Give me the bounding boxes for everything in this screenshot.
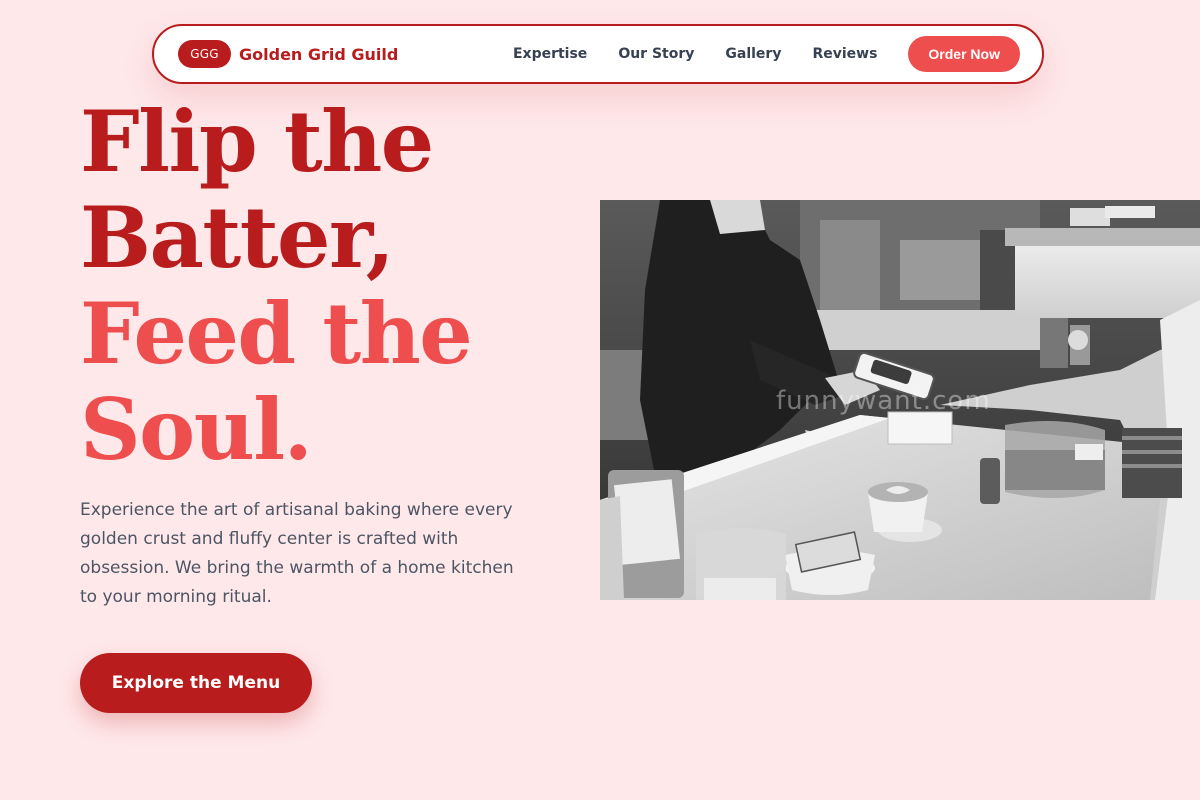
hero-title-line-2: Batter, [80, 188, 395, 287]
hero-title-line-3: Feed the [80, 284, 473, 383]
nav-link-our-story[interactable]: Our Story [618, 46, 694, 62]
nav-link-reviews[interactable]: Reviews [812, 46, 877, 62]
hero-title-line-1: Flip the [80, 92, 434, 191]
brand-badge: GGG [178, 40, 231, 68]
nav-link-gallery[interactable]: Gallery [725, 46, 781, 62]
hero-photo: funnywant.com [600, 200, 1200, 600]
top-navigation: GGG Golden Grid Guild Expertise Our Stor… [152, 24, 1044, 84]
brand-logo-link[interactable]: GGG Golden Grid Guild [178, 40, 398, 68]
hero-title: Flip the Batter, Feed the Soul. [80, 92, 473, 479]
hero-description: Experience the art of artisanal baking w… [80, 500, 514, 607]
brand-name: Golden Grid Guild [239, 44, 399, 64]
order-now-button[interactable]: Order Now [908, 36, 1020, 72]
photo-watermark: funnywant.com [776, 386, 991, 416]
explore-menu-button[interactable]: Explore the Menu [80, 653, 312, 713]
hero-title-line-4: Soul. [80, 380, 313, 479]
nav-link-expertise[interactable]: Expertise [513, 46, 587, 62]
nav-links: Expertise Our Story Gallery Reviews Orde… [513, 36, 1020, 72]
